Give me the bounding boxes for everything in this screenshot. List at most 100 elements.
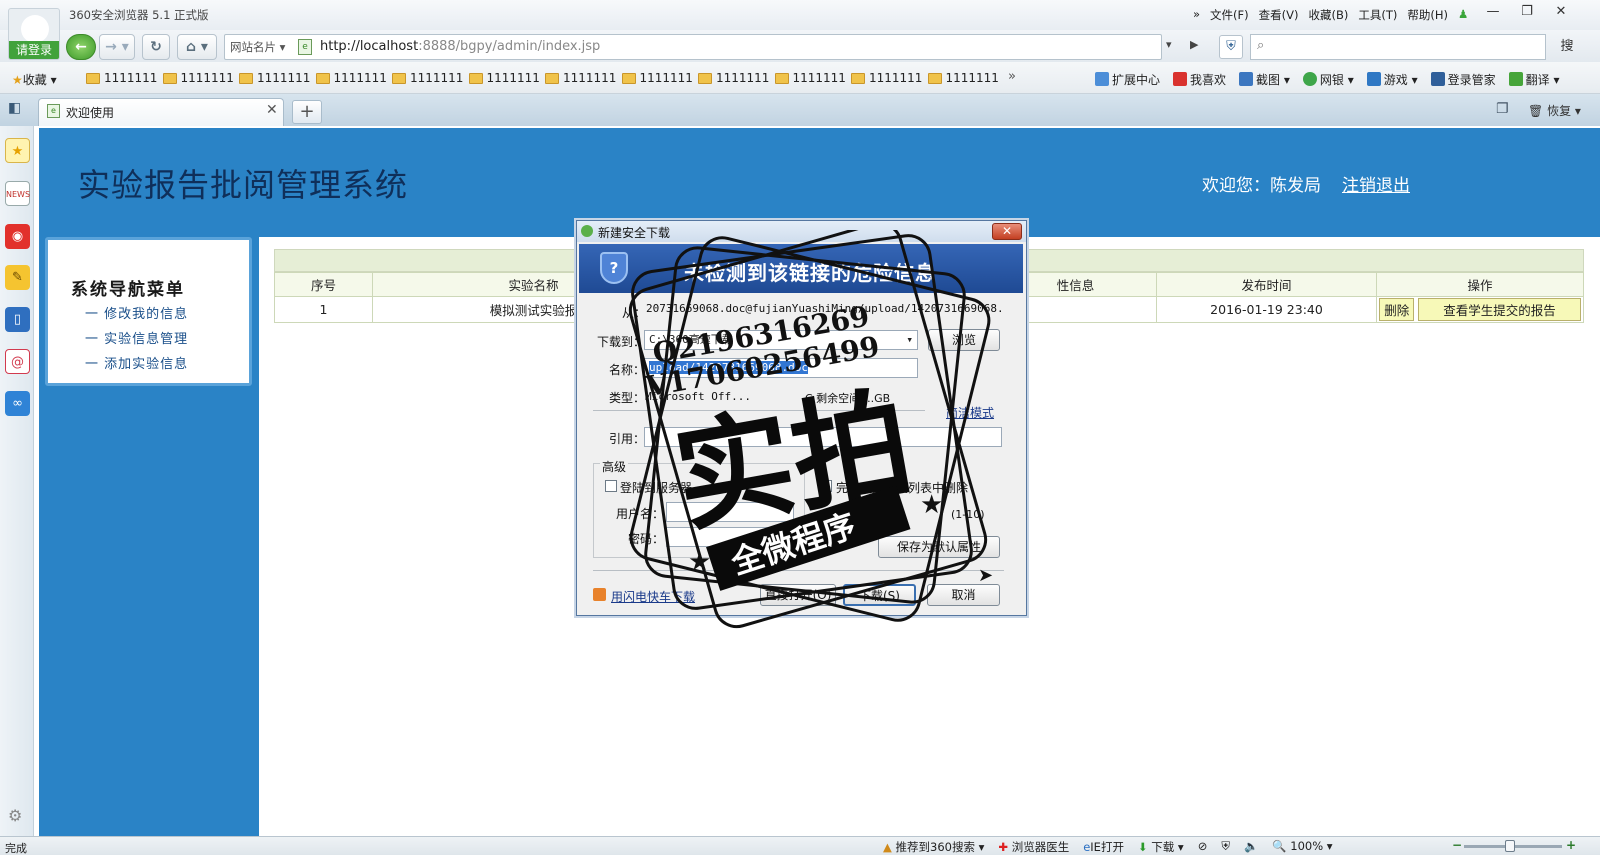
search-icon[interactable]: ⌕: [1257, 38, 1264, 53]
welcome-text: 欢迎您：陈发局: [1202, 176, 1321, 196]
bookmark-item[interactable]: 1111111: [162, 71, 240, 85]
dialog-close-button[interactable]: ✕: [992, 223, 1022, 240]
bookmark-item[interactable]: 1111111: [239, 71, 316, 85]
search-input[interactable]: [1250, 34, 1546, 60]
browse-button[interactable]: 浏览: [928, 329, 1000, 351]
separator: [593, 570, 1004, 571]
url-dropdown-icon[interactable]: ▾: [1166, 38, 1172, 51]
downloads[interactable]: ⬇ 下载 ▾: [1138, 839, 1184, 855]
clean-icon[interactable]: ⊘: [1198, 839, 1208, 855]
bookmark-item[interactable]: 1111111: [315, 71, 393, 85]
cloud-icon[interactable]: ∞: [5, 391, 30, 416]
gear-icon[interactable]: ⚙: [8, 806, 22, 825]
site-card-dropdown[interactable]: 网站名片 ▾: [230, 39, 285, 55]
remove-after-done-checkbox[interactable]: [820, 480, 832, 492]
menu-file[interactable]: 文件(F): [1210, 7, 1249, 23]
download-button[interactable]: 下载(S): [843, 584, 916, 606]
tab-label[interactable]: 欢迎使用: [66, 104, 114, 121]
zoom-slider-thumb[interactable]: [1505, 840, 1515, 852]
open-direct-button[interactable]: 直接打开(O): [760, 584, 836, 606]
sidebar-toggle-icon[interactable]: ◧: [8, 100, 21, 116]
bookmarks-more-button[interactable]: »: [1008, 69, 1016, 84]
extension-center[interactable]: 扩展中心: [1095, 71, 1160, 88]
extension-translate[interactable]: 翻译 ▾: [1508, 71, 1559, 88]
ie-open[interactable]: eIE打开: [1083, 839, 1124, 855]
login-label[interactable]: 请登录: [9, 41, 59, 59]
zoom-out-icon[interactable]: −: [1452, 838, 1462, 852]
bookmark-item[interactable]: 1111111: [851, 71, 928, 85]
view-reports-button[interactable]: 查看学生提交的报告: [1418, 298, 1581, 321]
favorites-button[interactable]: ★收藏 ▾: [12, 71, 57, 88]
browser-doctor[interactable]: ✚ 浏览器医生: [998, 839, 1069, 855]
extension-games[interactable]: 游戏 ▾: [1366, 71, 1418, 88]
bookmark-item[interactable]: 1111111: [545, 71, 622, 85]
delete-button[interactable]: 删除: [1379, 298, 1415, 321]
extension-screenshot[interactable]: 截图 ▾: [1239, 71, 1290, 88]
simple-mode-link[interactable]: 简洁模式: [946, 404, 994, 421]
referer-input[interactable]: [644, 427, 1002, 447]
favorites-star-icon[interactable]: ★: [5, 138, 30, 163]
go-icon[interactable]: ▶: [1190, 38, 1198, 51]
bookmark-item[interactable]: 1111111: [392, 71, 469, 85]
forward-button[interactable]: → ▾: [99, 34, 135, 60]
back-arrow-icon: ←: [75, 39, 87, 55]
nav-link-experiment-management[interactable]: 一 实验信息管理: [85, 328, 188, 347]
weibo-icon[interactable]: ◉: [5, 224, 30, 249]
sound-icon[interactable]: 🔈: [1244, 839, 1258, 855]
maximize-button[interactable]: ❐: [1513, 3, 1541, 21]
folder-icon: [315, 72, 330, 84]
use-flashget-link[interactable]: 用闪电快车下载: [611, 588, 695, 605]
bookmark-list: 1111111 1111111 1111111 1111111 1111111 …: [86, 71, 1004, 85]
user-avatar[interactable]: 请登录: [8, 8, 60, 60]
password-input[interactable]: [666, 527, 794, 547]
extension-login-manager[interactable]: 登录管家: [1430, 71, 1496, 88]
home-button[interactable]: ⌂ ▾: [177, 34, 217, 60]
zoom-level[interactable]: 🔍 100% ▾: [1272, 839, 1332, 855]
bookmark-item[interactable]: 1111111: [86, 71, 163, 85]
bookmark-item[interactable]: 1111111: [698, 71, 775, 85]
menu-tools[interactable]: 工具(T): [1358, 7, 1397, 23]
shield-status-icon[interactable]: ⛨: [1221, 839, 1230, 855]
login-server-checkbox[interactable]: [605, 480, 617, 492]
security-shield-icon[interactable]: ⛨: [1219, 35, 1243, 59]
bank-icon: [1302, 72, 1317, 86]
nav-link-edit-profile[interactable]: 一 修改我的信息: [85, 303, 188, 322]
save-default-button[interactable]: 保存为默认属性: [878, 536, 1000, 558]
menu-view[interactable]: 查看(V): [1259, 7, 1299, 23]
logout-link[interactable]: 注销退出: [1342, 171, 1410, 196]
gamepad-icon: [1366, 72, 1381, 86]
refresh-button[interactable]: ↻: [142, 34, 170, 60]
new-tab-button[interactable]: +: [292, 100, 322, 124]
menu-help[interactable]: 帮助(H): [1407, 7, 1448, 23]
extension-like[interactable]: 我喜欢: [1173, 71, 1226, 88]
url-text[interactable]: http://localhost:8888/bgpy/admin/index.j…: [320, 39, 600, 54]
nav-link-add-experiment[interactable]: 一 添加实验信息: [85, 353, 188, 372]
extension-bank[interactable]: 网银 ▾: [1302, 71, 1354, 88]
menu-chevron[interactable]: »: [1193, 7, 1200, 23]
news-icon[interactable]: NEWS: [5, 181, 30, 206]
mobile-icon[interactable]: ▯: [5, 307, 30, 332]
bookmark-item[interactable]: 1111111: [621, 71, 699, 85]
notes-icon[interactable]: ✎: [5, 265, 30, 290]
search-button[interactable]: 搜: [1550, 34, 1584, 60]
minimize-button[interactable]: —: [1479, 3, 1507, 21]
window-list-icon[interactable]: ❐: [1496, 101, 1509, 117]
filename-input[interactable]: upload/1420731669068.doc: [644, 358, 918, 378]
restore-button[interactable]: 🗑 恢复 ▾: [1528, 102, 1581, 119]
recommend-360-search[interactable]: ▲ 推荐到360搜索 ▾: [883, 839, 984, 855]
bookmark-item[interactable]: 1111111: [774, 71, 852, 85]
skin-icon[interactable]: ♟: [1458, 7, 1468, 23]
save-to-select[interactable]: C:\360高速下载 ▾: [644, 330, 918, 350]
close-window-button[interactable]: ✕: [1547, 3, 1575, 21]
cancel-button[interactable]: 取消: [927, 584, 1000, 606]
menu-favorites[interactable]: 收藏(B): [1308, 7, 1348, 23]
status-bar: [0, 836, 1600, 855]
tab-close-icon[interactable]: ✕: [266, 102, 278, 118]
mail-icon[interactable]: @: [5, 349, 30, 374]
bookmark-item[interactable]: 1111111: [927, 71, 1005, 85]
username-input[interactable]: [666, 502, 794, 522]
back-button[interactable]: ←: [66, 34, 96, 60]
extension-bar: 扩展中心 我喜欢 截图 ▾ 网银 ▾ 游戏 ▾ 登录管家 翻译 ▾: [1095, 71, 1559, 88]
bookmark-item[interactable]: 1111111: [468, 71, 546, 85]
zoom-in-icon[interactable]: +: [1566, 838, 1576, 852]
